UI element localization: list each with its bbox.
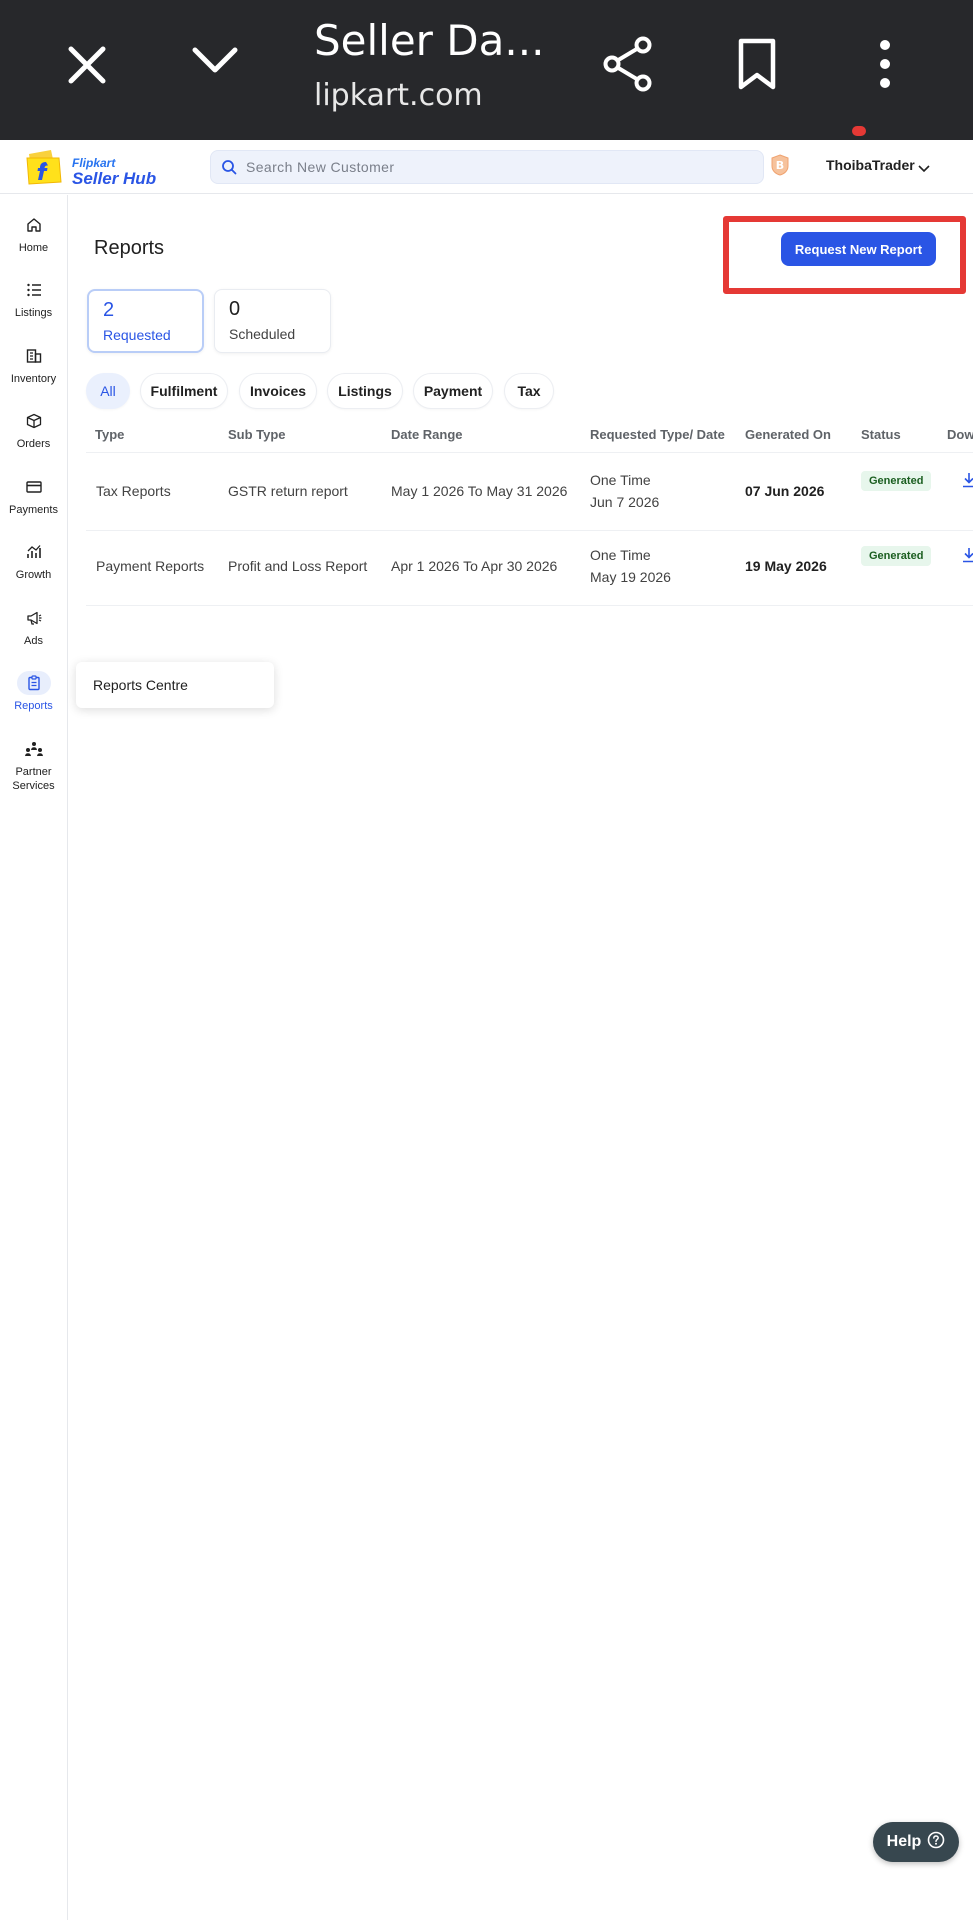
filter-chip-tax[interactable]: Tax — [504, 373, 554, 409]
page-title: Reports — [94, 237, 165, 259]
download-icon[interactable] — [962, 472, 973, 493]
stat-label: Scheduled — [229, 326, 296, 342]
sidebar: Home Listings Inventory Orders Payments … — [0, 195, 68, 1920]
sidebar-item-growth[interactable]: Growth — [0, 540, 67, 598]
column-header: Dow — [947, 427, 973, 442]
filter-chip-fulfilment[interactable]: Fulfilment — [140, 373, 228, 409]
browser-toolbar: Seller Da... lipkart.com — [0, 0, 973, 140]
sidebar-item-payments[interactable]: Payments — [0, 475, 67, 533]
divider — [86, 605, 973, 606]
filter-chip-payment[interactable]: Payment — [413, 373, 493, 409]
list-icon — [22, 278, 46, 302]
box-icon — [22, 409, 46, 433]
filter-chip-all[interactable]: All — [86, 373, 130, 409]
sidebar-item-orders[interactable]: Orders — [0, 409, 67, 467]
stat-count: 2 — [103, 299, 115, 321]
brand-top: Flipkart — [72, 156, 116, 170]
sidebar-item-label: Ads — [24, 635, 43, 647]
user-name[interactable]: ThoibaTrader — [826, 157, 915, 173]
sidebar-item-label: Home — [18, 242, 49, 254]
filter-chip-invoices[interactable]: Invoices — [239, 373, 317, 409]
stat-card-scheduled[interactable]: 0 Scheduled — [214, 289, 331, 353]
search-input[interactable]: Search New Customer — [210, 150, 764, 184]
cell-type: Payment Reports — [96, 558, 205, 574]
search-icon — [221, 159, 237, 180]
column-header: Sub Type — [228, 427, 286, 442]
cell-request-date: May 19 2026 — [590, 569, 671, 585]
stat-card-requested[interactable]: 2 Requested — [87, 289, 204, 353]
column-header: Requested Type/ Date — [590, 427, 725, 442]
cell-sub-type: GSTR return report — [228, 483, 348, 499]
sidebar-item-label: Reports — [14, 700, 53, 712]
sidebar-item-reports[interactable]: Reports — [0, 671, 67, 729]
inventory-icon — [22, 344, 46, 368]
stat-count: 0 — [229, 298, 241, 320]
chevron-down-icon[interactable] — [190, 40, 240, 80]
bookmark-icon[interactable] — [734, 36, 780, 92]
column-header: Status — [861, 427, 901, 442]
reports-flyout-menu: Reports Centre — [76, 662, 274, 708]
sidebar-item-partner-services[interactable]: Partner Services — [0, 737, 67, 795]
partners-icon — [22, 737, 46, 761]
sidebar-item-listings[interactable]: Listings — [0, 278, 67, 336]
sidebar-item-ads[interactable]: Ads — [0, 606, 67, 664]
sidebar-item-label: Payments — [9, 504, 58, 516]
column-header: Date Range — [391, 427, 463, 442]
help-button[interactable]: Help — [873, 1822, 959, 1862]
stat-label: Requested — [103, 327, 171, 343]
cell-sub-type: Profit and Loss Report — [228, 558, 368, 574]
more-vert-icon[interactable] — [870, 36, 900, 92]
sidebar-item-label: Inventory — [10, 373, 57, 385]
chevron-down-icon[interactable] — [918, 160, 930, 178]
url-text[interactable]: lipkart.com — [314, 78, 483, 113]
cell-type: Tax Reports — [96, 483, 171, 499]
page-title-tab: Seller Da... — [314, 16, 545, 65]
filter-chip-listings[interactable]: Listings — [327, 373, 403, 409]
sidebar-item-label: Orders — [16, 438, 51, 450]
growth-icon — [22, 540, 46, 564]
flipkart-logo[interactable] — [24, 148, 64, 186]
divider — [86, 452, 973, 453]
cell-generated-on: 19 May 2026 — [745, 558, 827, 574]
clipboard-icon — [17, 671, 51, 695]
divider — [86, 530, 973, 531]
seller-badge-icon[interactable]: B — [771, 154, 789, 176]
status-badge: Generated — [861, 471, 932, 491]
notification-dot — [852, 126, 866, 136]
menu-item-reports-centre[interactable]: Reports Centre — [93, 677, 188, 693]
share-icon[interactable] — [600, 36, 656, 92]
brand-name: Flipkart Seller Hub — [72, 157, 156, 187]
home-icon — [22, 213, 46, 237]
sidebar-item-inventory[interactable]: Inventory — [0, 344, 67, 402]
cell-request-type: One Time — [590, 547, 651, 563]
help-label: Help — [886, 1833, 922, 1850]
sidebar-item-label: Growth — [15, 569, 52, 581]
megaphone-icon — [22, 606, 46, 630]
card-icon — [22, 475, 46, 499]
app-header: Flipkart Seller Hub Search New Customer … — [0, 140, 973, 194]
cell-request-type: One Time — [590, 472, 651, 488]
search-placeholder: Search New Customer — [246, 159, 395, 175]
cell-request-date: Jun 7 2026 — [590, 494, 660, 510]
download-icon[interactable] — [962, 547, 973, 568]
sidebar-item-label: Partner Services — [12, 766, 55, 792]
badge-letter: B — [776, 159, 784, 172]
close-icon[interactable] — [62, 40, 112, 90]
status-badge: Generated — [861, 546, 932, 566]
brand-bottom: Seller Hub — [72, 169, 157, 188]
sidebar-item-home[interactable]: Home — [0, 213, 67, 271]
cell-generated-on: 07 Jun 2026 — [745, 483, 825, 499]
cell-date-range: Apr 1 2026 To Apr 30 2026 — [391, 558, 558, 574]
sidebar-item-label: Listings — [14, 307, 53, 319]
column-header: Generated On — [745, 427, 831, 442]
cell-date-range: May 1 2026 To May 31 2026 — [391, 483, 568, 499]
request-new-report-button[interactable]: Request New Report — [781, 232, 936, 266]
column-header: Type — [95, 427, 125, 442]
question-icon — [927, 1831, 945, 1854]
